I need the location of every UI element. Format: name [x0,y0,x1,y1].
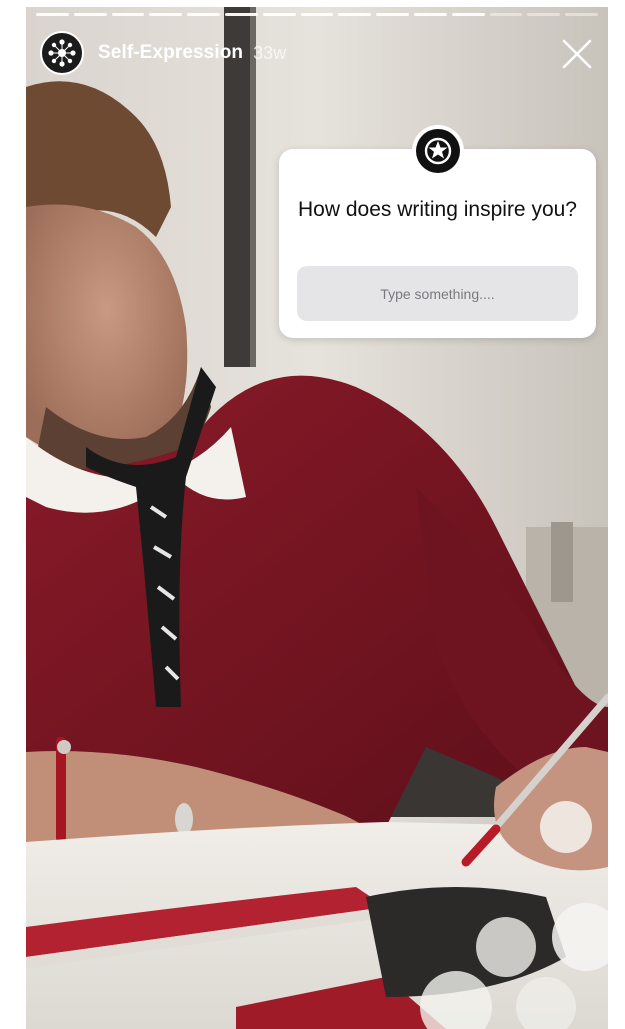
progress-segment [338,13,372,16]
progress-segment [413,13,447,16]
progress-segment [376,13,409,16]
progress-segment [489,13,523,16]
progress-segment [36,13,69,16]
progress-segment [451,13,485,16]
progress-segment [527,13,561,16]
question-sticker[interactable]: How does writing inspire you? Type somet… [279,125,596,338]
sticker-badge [411,125,464,177]
progress-segment [224,13,258,16]
progress-segment [187,13,220,16]
post-age: 33w [253,42,287,63]
story-header: Self-Expression 33w [40,31,286,75]
question-text: How does writing inspire you? [298,198,577,221]
answer-input[interactable]: Type something.... [297,266,578,321]
progress-segment [149,13,183,16]
account-name[interactable]: Self-Expression [98,42,243,64]
network-logo-icon[interactable] [40,31,84,75]
close-icon[interactable] [560,37,594,71]
progress-segment [300,13,334,16]
progress-segment [565,13,598,16]
progress-segment [111,13,145,16]
story-progress-bar [36,13,598,16]
progress-segment [73,13,107,16]
brand-star-icon [415,129,460,173]
story-viewer[interactable]: Self-Expression 33w How does writing ins… [26,7,608,1029]
progress-segment [262,13,296,16]
